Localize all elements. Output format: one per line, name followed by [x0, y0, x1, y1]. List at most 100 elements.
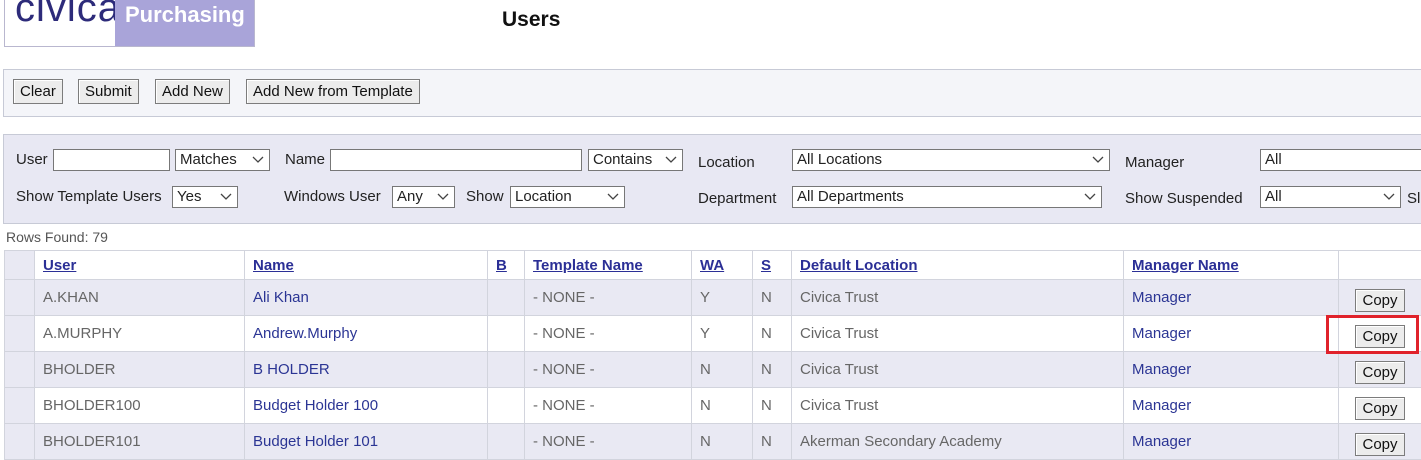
user-filter-label: User [16, 151, 48, 168]
location-select[interactable]: All Locations [792, 149, 1110, 171]
table-row[interactable]: BHOLDER101Budget Holder 101- NONE -NNAke… [5, 424, 1421, 460]
cell-location: Civica Trust [792, 388, 1124, 424]
show-template-users-label: Show Template Users [16, 188, 162, 205]
cell-template: - NONE - [525, 388, 692, 424]
cell-s: N [753, 424, 792, 460]
cell-template: - NONE - [525, 424, 692, 460]
chevron-down-icon [437, 190, 449, 202]
page-title: Users [502, 8, 560, 32]
manager-select[interactable]: All [1260, 149, 1421, 171]
show-label: Show [466, 188, 504, 205]
cell-location: Akerman Secondary Academy [792, 424, 1124, 460]
show-template-users-select[interactable]: Yes [172, 186, 238, 208]
column-header-actions [1339, 251, 1421, 280]
cut-off-label: Sl [1407, 190, 1420, 207]
column-header-user[interactable]: User [35, 251, 245, 280]
cell-actions: Copy [1339, 388, 1421, 424]
table-row[interactable]: BHOLDERB HOLDER- NONE -NNCivica TrustMan… [5, 352, 1421, 388]
cell-name[interactable]: Ali Khan [245, 280, 488, 316]
row-selector[interactable] [5, 424, 35, 460]
cell-s: N [753, 388, 792, 424]
chevron-down-icon [607, 190, 619, 202]
cell-user: A.KHAN [35, 280, 245, 316]
show-suspended-label: Show Suspended [1125, 190, 1243, 207]
row-selector[interactable] [5, 352, 35, 388]
cell-actions: Copy [1339, 280, 1421, 316]
chevron-down-icon [1084, 190, 1096, 202]
cell-b [488, 280, 525, 316]
add-new-button[interactable]: Add New [155, 79, 230, 104]
cell-b [488, 424, 525, 460]
cell-manager[interactable]: Manager [1124, 316, 1339, 352]
cell-s: N [753, 352, 792, 388]
cell-manager[interactable]: Manager [1124, 388, 1339, 424]
table-row[interactable]: BHOLDER100Budget Holder 100- NONE -NNCiv… [5, 388, 1421, 424]
show-suspended-select[interactable]: All [1260, 186, 1401, 208]
cell-b [488, 316, 525, 352]
cell-name[interactable]: Andrew.Murphy [245, 316, 488, 352]
copy-button[interactable]: Copy [1355, 397, 1405, 420]
row-selector[interactable] [5, 280, 35, 316]
users-table: User Name B Template Name WA S Default L… [4, 250, 1421, 460]
table-row[interactable]: A.MURPHYAndrew.Murphy- NONE -YNCivica Tr… [5, 316, 1421, 352]
column-header-template-name[interactable]: Template Name [525, 251, 692, 280]
cell-location: Civica Trust [792, 280, 1124, 316]
windows-user-select[interactable]: Any [392, 186, 455, 208]
column-header-name[interactable]: Name [245, 251, 488, 280]
column-header-s[interactable]: S [753, 251, 792, 280]
logo-product-text: Purchasing [115, 0, 255, 46]
add-new-from-template-button[interactable]: Add New from Template [246, 79, 420, 104]
cell-wa: N [692, 388, 753, 424]
name-filter-input[interactable] [330, 149, 582, 171]
copy-button[interactable]: Copy [1355, 361, 1405, 384]
cell-user: BHOLDER [35, 352, 245, 388]
cell-b [488, 388, 525, 424]
clear-button[interactable]: Clear [13, 79, 63, 104]
windows-user-label: Windows User [284, 188, 381, 205]
column-header-default-location[interactable]: Default Location [792, 251, 1124, 280]
cell-user: BHOLDER101 [35, 424, 245, 460]
submit-button[interactable]: Submit [78, 79, 139, 104]
chevron-down-icon [1383, 190, 1395, 202]
cell-name[interactable]: Budget Holder 100 [245, 388, 488, 424]
cell-template: - NONE - [525, 316, 692, 352]
cell-template: - NONE - [525, 352, 692, 388]
cell-manager[interactable]: Manager [1124, 280, 1339, 316]
cell-wa: N [692, 424, 753, 460]
name-filter-label: Name [285, 151, 325, 168]
user-filter-input[interactable] [53, 149, 170, 171]
cell-actions: Copy [1339, 424, 1421, 460]
cell-location: Civica Trust [792, 316, 1124, 352]
manager-filter-label: Manager [1125, 154, 1184, 171]
cell-s: N [753, 280, 792, 316]
column-header-b[interactable]: B [488, 251, 525, 280]
name-match-select[interactable]: Contains [588, 149, 683, 171]
chevron-down-icon [252, 153, 264, 165]
row-selector-header [5, 251, 35, 280]
cell-manager[interactable]: Manager [1124, 424, 1339, 460]
column-header-manager-name[interactable]: Manager Name [1124, 251, 1339, 280]
location-filter-label: Location [698, 154, 755, 171]
cell-wa: N [692, 352, 753, 388]
cell-s: N [753, 316, 792, 352]
copy-button[interactable]: Copy [1355, 433, 1405, 456]
column-header-wa[interactable]: WA [692, 251, 753, 280]
cell-b [488, 352, 525, 388]
chevron-down-icon [1092, 153, 1104, 165]
row-selector[interactable] [5, 388, 35, 424]
cell-name[interactable]: B HOLDER [245, 352, 488, 388]
department-select[interactable]: All Departments [792, 186, 1102, 208]
table-row[interactable]: A.KHANAli Khan - NONE -YNCivica TrustMana… [5, 280, 1421, 316]
show-select[interactable]: Location [510, 186, 625, 208]
user-match-select[interactable]: Matches [175, 149, 270, 171]
civica-purchasing-logo: civica Purchasing [4, 0, 255, 47]
cell-name[interactable]: Budget Holder 101 [245, 424, 488, 460]
table-header-row: User Name B Template Name WA S Default L… [5, 251, 1421, 280]
cell-manager[interactable]: Manager [1124, 352, 1339, 388]
row-selector[interactable] [5, 316, 35, 352]
cell-location: Civica Trust [792, 352, 1124, 388]
cell-user: A.MURPHY [35, 316, 245, 352]
cell-template: - NONE - [525, 280, 692, 316]
copy-button[interactable]: Copy [1355, 289, 1405, 312]
cell-wa: Y [692, 280, 753, 316]
